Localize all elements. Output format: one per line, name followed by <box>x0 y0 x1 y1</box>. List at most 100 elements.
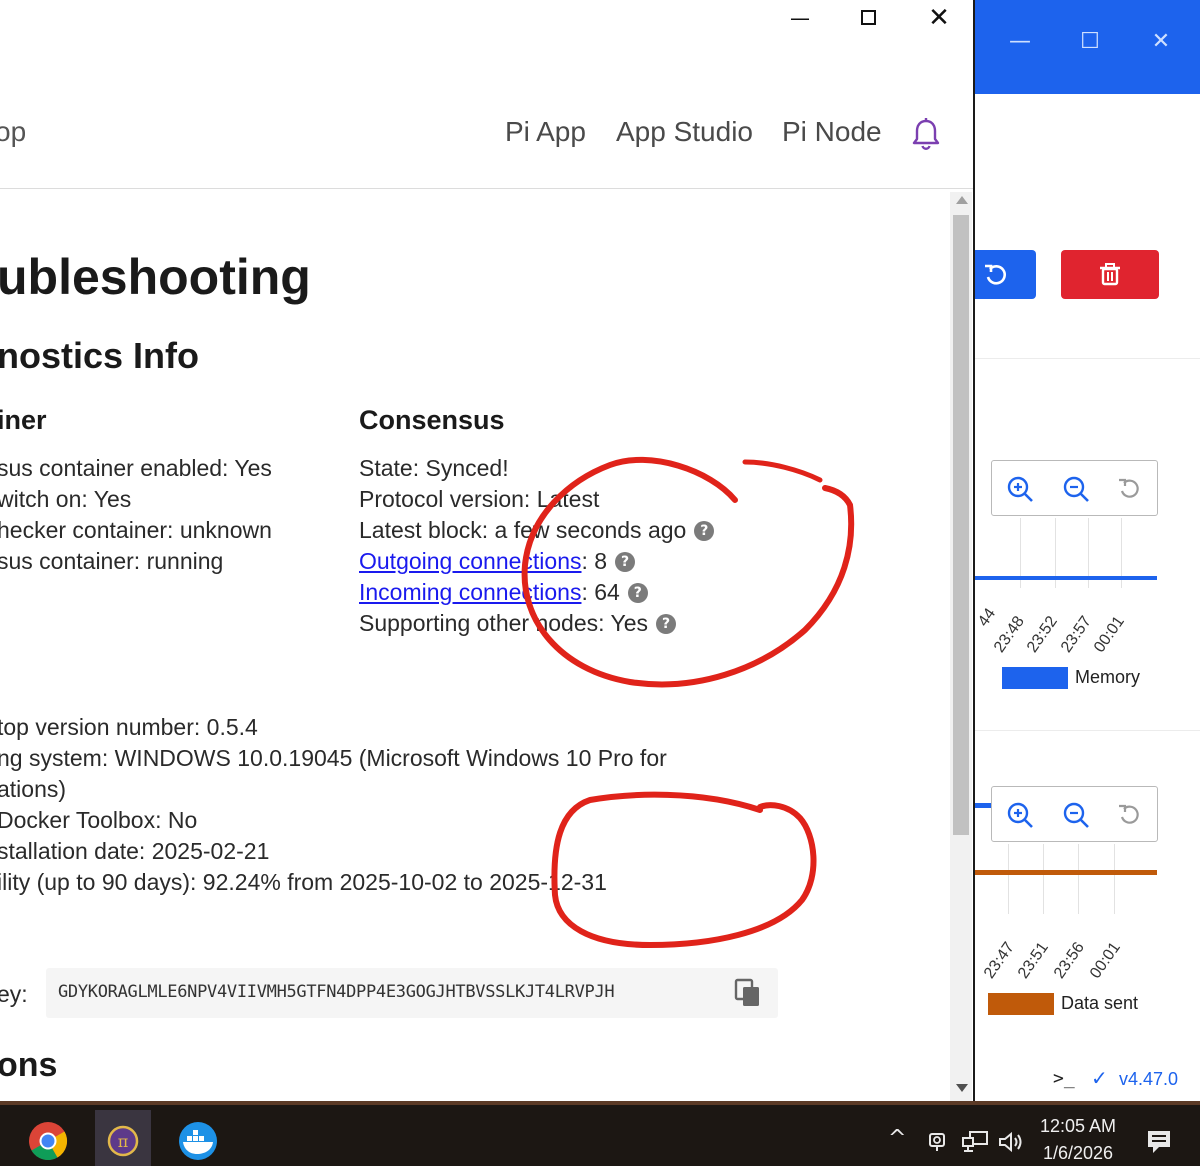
network-tick: 23:51 <box>1015 939 1052 982</box>
notifications-icon[interactable] <box>1145 1128 1173 1156</box>
docker-icon[interactable] <box>170 1110 226 1166</box>
pi-desktop-window: — ✕ op Pi App App Studio Pi Node ublesho… <box>0 0 975 1105</box>
divider <box>975 358 1200 359</box>
zoom-in-icon[interactable] <box>1006 801 1034 829</box>
section-heading: ons <box>0 1046 58 1084</box>
container-heading: iner <box>0 405 47 435</box>
network-icon[interactable] <box>961 1130 989 1154</box>
memory-tick: 00:01 <box>1091 613 1128 656</box>
annotation-circle-consensus <box>521 456 855 688</box>
zoom-in-icon[interactable] <box>1006 475 1034 503</box>
divider <box>975 730 1200 731</box>
scroll-down-arrow-icon[interactable] <box>956 1084 968 1092</box>
grid-line <box>1043 844 1044 914</box>
memory-chart-toolbar <box>991 460 1158 516</box>
data-sent-series-line <box>975 870 1157 875</box>
network-tick: 00:01 <box>1087 939 1124 982</box>
maximize-button[interactable] <box>849 0 889 36</box>
delete-container-button[interactable] <box>1061 250 1159 299</box>
availability-row: ility (up to 90 days): 92.24% from 2025-… <box>0 869 607 895</box>
scrollbar-thumb[interactable] <box>953 215 969 835</box>
docker-titlebar: — ☐ ✕ <box>975 0 1200 94</box>
grid-line <box>1008 844 1009 914</box>
container-row: sus container: running <box>0 548 224 574</box>
maximize-icon <box>861 10 876 25</box>
docker-status-bar: >_ ✓ v4.47.0 <box>975 1060 1200 1102</box>
incoming-value: : 64 <box>581 579 620 605</box>
consensus-heading: Consensus <box>359 405 505 435</box>
nav-app-studio[interactable]: App Studio <box>616 116 753 148</box>
volume-icon[interactable] <box>997 1130 1025 1154</box>
container-row: witch on: Yes <box>0 486 132 512</box>
network-tick: 23:47 <box>981 939 1018 982</box>
docker-maximize-button[interactable]: ☐ <box>1070 22 1110 62</box>
tray-chevron-icon[interactable]: ^ <box>888 1126 906 1151</box>
restart-container-button[interactable] <box>975 250 1036 299</box>
outgoing-connections-link[interactable]: Outgoing connections <box>359 548 582 574</box>
nav-pi-node[interactable]: Pi Node <box>782 116 882 148</box>
brand-title: op <box>0 116 27 147</box>
help-icon[interactable]: ? <box>656 614 677 634</box>
grid-line <box>1114 844 1115 914</box>
memory-series-line <box>975 576 1157 580</box>
help-icon[interactable]: ? <box>615 552 636 572</box>
network-tick: 23:56 <box>1051 939 1088 982</box>
zoom-out-icon[interactable] <box>1062 801 1090 829</box>
key-label: ey: <box>0 981 28 1007</box>
consensus-supporting: Supporting other nodes: Yes? <box>359 610 677 637</box>
system-row: ng system: WINDOWS 10.0.19045 (Microsoft… <box>0 745 667 771</box>
nav-pi-app[interactable]: Pi App <box>505 116 586 148</box>
consensus-latest-block: Latest block: a few seconds ago? <box>359 517 715 544</box>
chrome-icon[interactable] <box>20 1110 76 1166</box>
system-row: top version number: 0.5.4 <box>0 714 258 740</box>
system-row: Docker Toolbox: No <box>0 807 198 833</box>
close-button[interactable]: ✕ <box>919 0 959 36</box>
restart-icon <box>985 264 1006 285</box>
consensus-incoming: Incoming connections: 64? <box>359 579 648 606</box>
public-key-field[interactable]: GDYKORAGLMLE6NPV4VIIVMH5GTFN4DPP4E3GOGJH… <box>46 968 778 1018</box>
network-chart-toolbar <box>991 786 1158 842</box>
zoom-out-icon[interactable] <box>1062 475 1090 503</box>
diagnostics-title: nostics Info <box>0 335 200 376</box>
pi-network-icon[interactable]: π <box>95 1110 151 1166</box>
data-sent-legend-label: Data sent <box>1061 993 1139 1013</box>
incoming-connections-link[interactable]: Incoming connections <box>359 579 581 605</box>
data-sent-legend-swatch <box>988 993 1054 1015</box>
bell-icon[interactable] <box>910 116 942 152</box>
system-row: stallation date: 2025-02-21 <box>0 838 270 864</box>
version-label[interactable]: v4.47.0 <box>1119 1069 1178 1090</box>
memory-tick: 44 <box>975 605 1000 630</box>
network-chart <box>975 844 1157 914</box>
consensus-protocol: Protocol version: Latest <box>359 486 600 512</box>
app-header: op Pi App App Studio Pi Node <box>0 96 973 189</box>
page-title: ubleshooting <box>0 249 311 305</box>
container-row: hecker container: unknown <box>0 517 272 543</box>
docker-close-button[interactable]: ✕ <box>1141 22 1181 62</box>
memory-legend-swatch <box>1002 667 1068 689</box>
consensus-outgoing: Outgoing connections: 8? <box>359 548 636 575</box>
outgoing-value: : 8 <box>581 548 608 574</box>
docker-minimize-button[interactable]: — <box>1000 22 1040 62</box>
reset-zoom-icon[interactable] <box>1116 801 1144 829</box>
memory-tick: 23:52 <box>1024 613 1061 656</box>
help-icon[interactable]: ? <box>627 583 648 603</box>
grid-line <box>1078 844 1079 914</box>
terminal-icon[interactable]: >_ <box>1053 1068 1075 1089</box>
memory-tick: 23:57 <box>1058 613 1095 656</box>
minimize-button[interactable]: — <box>780 0 820 36</box>
help-icon[interactable]: ? <box>694 521 715 541</box>
reset-zoom-icon[interactable] <box>1116 475 1144 503</box>
memory-legend-label: Memory <box>1075 667 1141 687</box>
clock-date[interactable]: 1/6/2026 <box>1043 1143 1113 1164</box>
copy-icon[interactable] <box>734 978 762 1008</box>
supporting-text: Supporting other nodes: Yes <box>359 610 649 636</box>
scroll-up-arrow-icon[interactable] <box>956 196 968 204</box>
trash-icon <box>1100 263 1120 286</box>
latest-block-text: Latest block: a few seconds ago <box>359 517 687 543</box>
pi-glyph: π <box>118 1132 129 1151</box>
public-key-value[interactable]: GDYKORAGLMLE6NPV4VIIVMH5GTFN4DPP4E3GOGJH… <box>58 982 615 1002</box>
clock-time[interactable]: 12:05 AM <box>1040 1116 1116 1137</box>
memory-chart <box>975 518 1157 588</box>
meet-now-icon[interactable] <box>926 1128 948 1154</box>
docker-desktop-window: — ☐ ✕ 44 23:48 23:52 23:57 00:01 Memory … <box>975 0 1200 1105</box>
